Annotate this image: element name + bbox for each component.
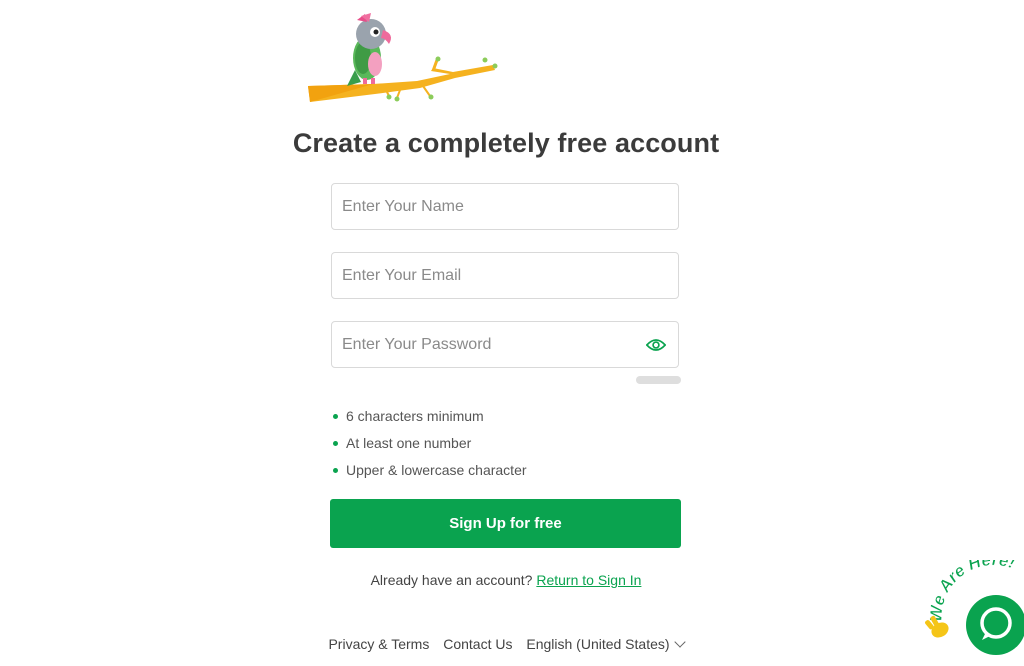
name-input[interactable] — [332, 184, 642, 229]
chat-bubble-icon[interactable] — [966, 595, 1024, 655]
password-field[interactable] — [331, 321, 679, 368]
email-field[interactable] — [331, 252, 679, 299]
eye-icon[interactable] — [646, 337, 666, 353]
contact-us-link[interactable]: Contact Us — [443, 636, 512, 652]
password-rule-item: Upper & lowercase character — [333, 460, 527, 487]
password-rule-item: 6 characters minimum — [333, 406, 527, 433]
page-title: Create a completely free account — [292, 128, 720, 158]
chat-widget[interactable]: We Are Here! — [920, 560, 1024, 666]
signin-prompt-text: Already have an account? — [370, 572, 533, 588]
parrot-logo — [308, 13, 498, 102]
chevron-down-icon — [673, 636, 686, 648]
language-selector[interactable]: English (United States) — [526, 636, 686, 652]
footer: Privacy & Terms Contact Us English (Unit… — [0, 636, 1012, 652]
privacy-terms-link[interactable]: Privacy & Terms — [328, 636, 429, 652]
bullet-icon — [333, 414, 338, 419]
bullet-icon — [333, 468, 338, 473]
return-to-signin-link[interactable]: Return to Sign In — [536, 572, 641, 588]
signin-prompt: Already have an account? Return to Sign … — [0, 572, 1012, 588]
language-label: English (United States) — [526, 636, 670, 652]
password-input[interactable] — [332, 322, 642, 367]
signup-button[interactable]: Sign Up for free — [330, 499, 681, 548]
password-strength-bar — [636, 376, 681, 384]
email-input[interactable] — [332, 253, 642, 298]
password-rules-list: 6 characters minimum At least one number… — [333, 406, 527, 487]
bullet-icon — [333, 441, 338, 446]
password-rule-item: At least one number — [333, 433, 527, 460]
name-field[interactable] — [331, 183, 679, 230]
